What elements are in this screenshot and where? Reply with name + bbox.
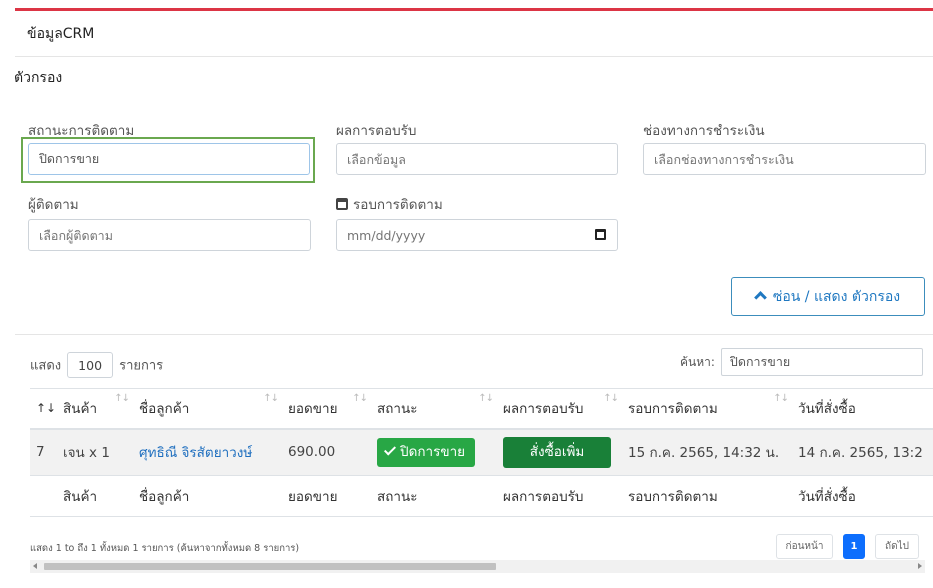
- search-label: ค้นหา:: [680, 355, 715, 369]
- filter-title: ตัวกรอง: [14, 70, 63, 86]
- result-filter-select[interactable]: [336, 143, 618, 175]
- footer-customer: ชื่อลูกค้า: [133, 475, 282, 517]
- toggle-filter-label: ซ่อน / แสดง ตัวกรอง: [772, 288, 901, 305]
- col-header-sales[interactable]: ยอดขาย ↑↓: [282, 388, 371, 430]
- footer-status: สถานะ: [371, 475, 497, 517]
- round-date-wrapper: [336, 219, 618, 251]
- result-filter-label: ผลการตอบรับ: [336, 123, 417, 139]
- scroll-left-icon[interactable]: [33, 563, 37, 569]
- chevron-up-icon: [754, 290, 767, 304]
- col-header-product[interactable]: สินค้า ↑↓: [57, 388, 133, 430]
- cell-order-date: 14 ก.ค. 2565, 13:2: [792, 428, 933, 476]
- cell-customer: ศุทธิณี จิรสัตยาวงษ์: [133, 428, 282, 476]
- cell-status: ปิดการขาย: [371, 428, 497, 476]
- round-filter-label-text: รอบการติดตาม: [353, 197, 443, 213]
- col-header-status[interactable]: สถานะ ↑↓: [371, 388, 497, 430]
- sort-icon: ↑↓: [773, 393, 789, 404]
- col-header-index[interactable]: ↑↓: [30, 388, 57, 430]
- pagination-prev[interactable]: ก่อนหน้า: [776, 534, 833, 559]
- sort-icon: ↑↓: [478, 393, 494, 404]
- footer-product: สินค้า: [57, 475, 133, 517]
- col-header-round[interactable]: รอบการติดตาม ↑↓: [622, 388, 792, 430]
- cell-product: เจน x 1: [57, 428, 133, 476]
- pagination-page-1[interactable]: 1: [843, 534, 865, 559]
- footer-order-date: วันที่สั่งซื้อ: [792, 475, 933, 517]
- sort-icon: ↑↓: [352, 393, 368, 404]
- calendar-icon: [336, 198, 348, 210]
- check-icon: [383, 443, 397, 456]
- follower-filter-label: ผู้ติดตาม: [28, 197, 79, 213]
- round-date-input[interactable]: [336, 219, 618, 251]
- footer-index: [30, 475, 57, 517]
- cell-sales: 690.00: [282, 428, 371, 476]
- payment-filter-select[interactable]: [643, 143, 926, 175]
- card-title: ข้อมูลCRM: [15, 11, 933, 57]
- sort-icon: ↑↓: [603, 393, 619, 404]
- follower-filter-select[interactable]: [28, 219, 311, 251]
- page-length-control: แสดง รายการ: [30, 352, 163, 378]
- cell-round: 15 ก.ค. 2565, 14:32 น.: [622, 428, 792, 476]
- show-label: แสดง: [30, 358, 62, 374]
- cell-index: 7: [30, 428, 57, 476]
- col-header-result[interactable]: ผลการตอบรับ ↑↓: [497, 388, 622, 430]
- round-filter-label: รอบการติดตาม: [336, 193, 443, 215]
- customer-link[interactable]: ศุทธิณี จิรสัตยาวงษ์: [139, 445, 252, 461]
- scroll-right-icon[interactable]: [918, 563, 922, 569]
- cell-result: สั่งซื้อเพิ่ม: [497, 428, 622, 476]
- pagination-next[interactable]: ถัดไป: [875, 534, 919, 559]
- table-info: แสดง 1 to ถึง 1 ทั้งหมด 1 รายการ (ค้นหาจ…: [30, 543, 300, 554]
- scrollbar-thumb[interactable]: [44, 563, 496, 570]
- table-search: ค้นหา:: [680, 348, 923, 376]
- footer-sales: ยอดขาย: [282, 475, 371, 517]
- table-footer-row: สินค้า ชื่อลูกค้า ยอดขาย สถานะ ผลการตอบร…: [30, 475, 933, 517]
- result-badge-button[interactable]: สั่งซื้อเพิ่ม: [503, 436, 611, 468]
- horizontal-scrollbar[interactable]: [30, 560, 925, 573]
- sort-icon: ↑↓: [263, 393, 279, 404]
- crm-table: ↑↓ สินค้า ↑↓ ชื่อลูกค้า ↑↓ ยอดขาย ↑↓ สถานะ ↑…: [30, 388, 933, 517]
- col-header-order-date[interactable]: วันที่สั่งซื้อ: [792, 388, 933, 430]
- toggle-filter-button[interactable]: ซ่อน / แสดง ตัวกรอง: [731, 277, 925, 316]
- payment-filter-label: ช่องทางการชำระเงิน: [643, 123, 765, 139]
- entries-label: รายการ: [119, 358, 164, 374]
- sort-icon: ↑↓: [114, 393, 130, 404]
- table-row: 7 เจน x 1 ศุทธิณี จิรสัตยาวงษ์ 690.00 ปิ…: [30, 428, 933, 476]
- date-picker-icon[interactable]: [595, 229, 606, 240]
- status-badge-button[interactable]: ปิดการขาย: [377, 437, 476, 467]
- col-header-customer[interactable]: ชื่อลูกค้า ↑↓: [133, 388, 282, 430]
- footer-round: รอบการติดตาม: [622, 475, 792, 517]
- table-header-row: ↑↓ สินค้า ↑↓ ชื่อลูกค้า ↑↓ ยอดขาย ↑↓ สถานะ ↑…: [30, 388, 933, 430]
- search-input[interactable]: [720, 348, 923, 376]
- page-length-select[interactable]: [67, 352, 114, 378]
- footer-result: ผลการตอบรับ: [497, 475, 622, 517]
- divider: [15, 334, 933, 335]
- status-filter-input[interactable]: [28, 143, 310, 175]
